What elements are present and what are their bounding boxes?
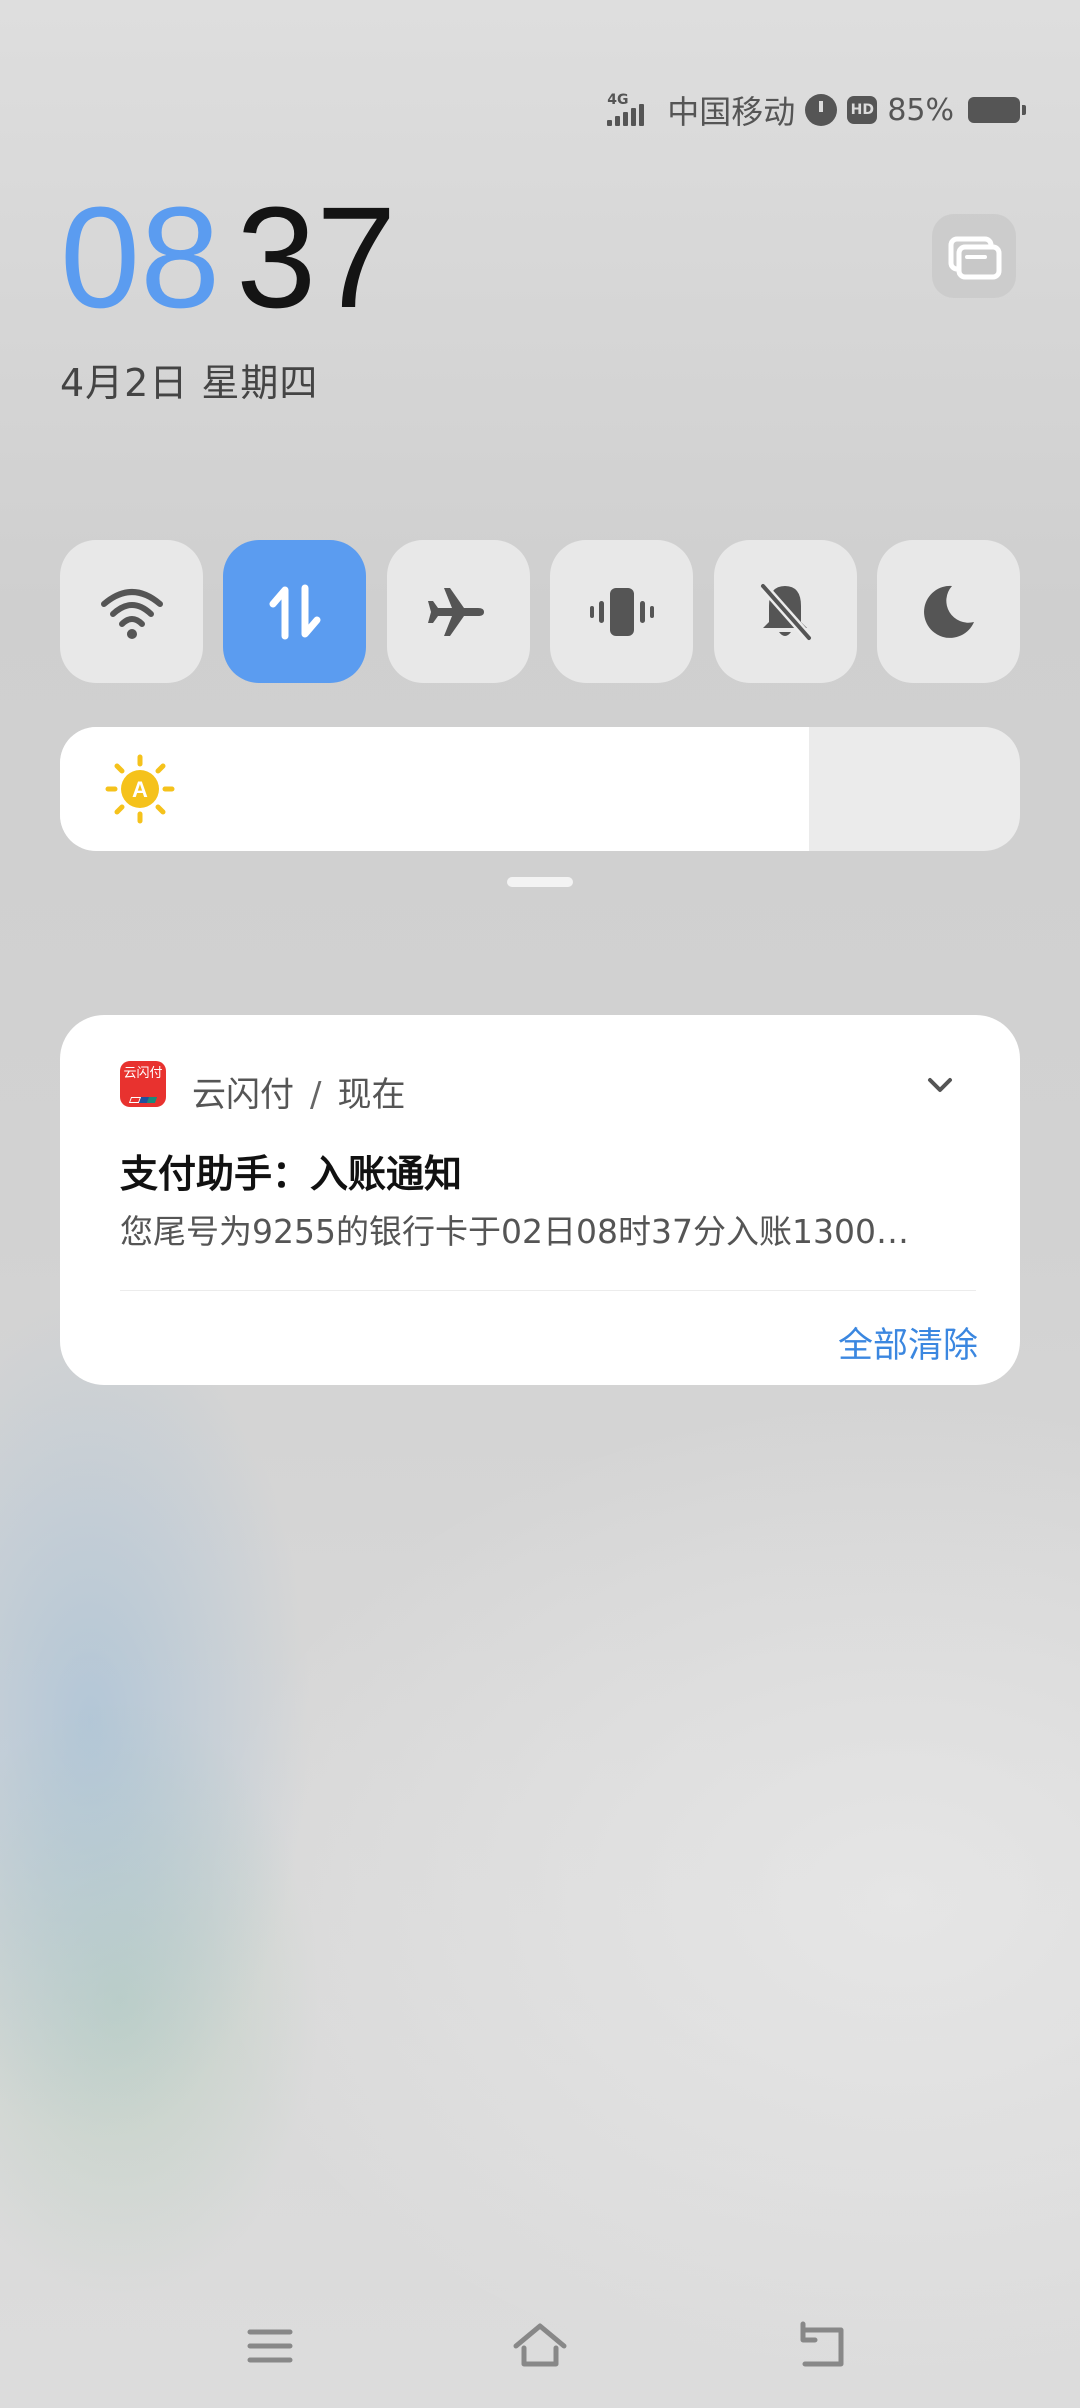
- data-transfer-icon: [269, 584, 321, 639]
- status-bar: 4G 中国移动 HD 85%: [607, 88, 1026, 132]
- tile-airplane-mode[interactable]: [386, 540, 530, 683]
- tile-vibrate[interactable]: [550, 540, 694, 683]
- notification-body: 您尾号为9255的银行卡于02日08时37分入账1300…: [120, 1212, 909, 1251]
- signal-icon: 4G: [607, 92, 657, 128]
- clock[interactable]: 08 37: [60, 186, 396, 330]
- quick-settings-tiles: [60, 540, 1020, 683]
- carrier-name: 中国移动: [667, 93, 796, 131]
- tile-mobile-data[interactable]: [223, 540, 367, 683]
- svg-text:A: A: [132, 777, 148, 802]
- bell-off-icon: [759, 582, 813, 641]
- brightness-slider[interactable]: A: [60, 727, 1020, 851]
- battery-icon: [968, 97, 1026, 123]
- home-button[interactable]: [510, 2316, 570, 2376]
- notification-app-name: 云闪付: [192, 1075, 294, 1115]
- multi-window-icon: [948, 236, 1002, 280]
- notification-card[interactable]: 云闪付 云闪付 / 现在 支付助手：入账通知 您尾号为9255的银行卡于02日08时…: [60, 1015, 1020, 1385]
- menu-button[interactable]: [240, 2316, 300, 2376]
- date-label: 4月2日 星期四: [60, 361, 319, 405]
- hd-icon: HD: [847, 96, 878, 124]
- clock-minute: 37: [236, 177, 397, 338]
- tile-wifi[interactable]: [60, 540, 203, 683]
- menu-icon: [247, 2329, 293, 2363]
- vibrate-icon: [589, 587, 654, 636]
- airplane-icon: [428, 587, 485, 636]
- auto-brightness-sun-icon: A: [105, 754, 175, 824]
- back-button[interactable]: [795, 2316, 855, 2376]
- unionpay-app-icon: 云闪付: [120, 1061, 166, 1107]
- header-separator: /: [310, 1075, 322, 1115]
- wifi-icon: [100, 588, 163, 639]
- notification-header: 云闪付 / 现在: [192, 1067, 405, 1116]
- multi-window-button[interactable]: [932, 214, 1016, 298]
- notification-time: 现在: [337, 1075, 406, 1115]
- clock-hour: 08: [60, 177, 221, 338]
- clear-all-button[interactable]: 全部清除: [838, 1317, 978, 1368]
- battery-percentage: 85%: [887, 92, 954, 128]
- alarm-icon: [805, 94, 838, 126]
- tile-do-not-disturb[interactable]: [876, 540, 1020, 683]
- navigation-bar: [0, 2300, 1080, 2390]
- chevron-down-icon[interactable]: [920, 1065, 960, 1105]
- panel-drag-handle[interactable]: [507, 877, 573, 887]
- tile-mute[interactable]: [713, 540, 857, 683]
- notification-title: 支付助手：入账通知: [120, 1152, 463, 1196]
- back-icon: [800, 2321, 844, 2367]
- moon-icon: [924, 585, 975, 638]
- divider: [120, 1290, 976, 1291]
- home-icon: [513, 2323, 567, 2367]
